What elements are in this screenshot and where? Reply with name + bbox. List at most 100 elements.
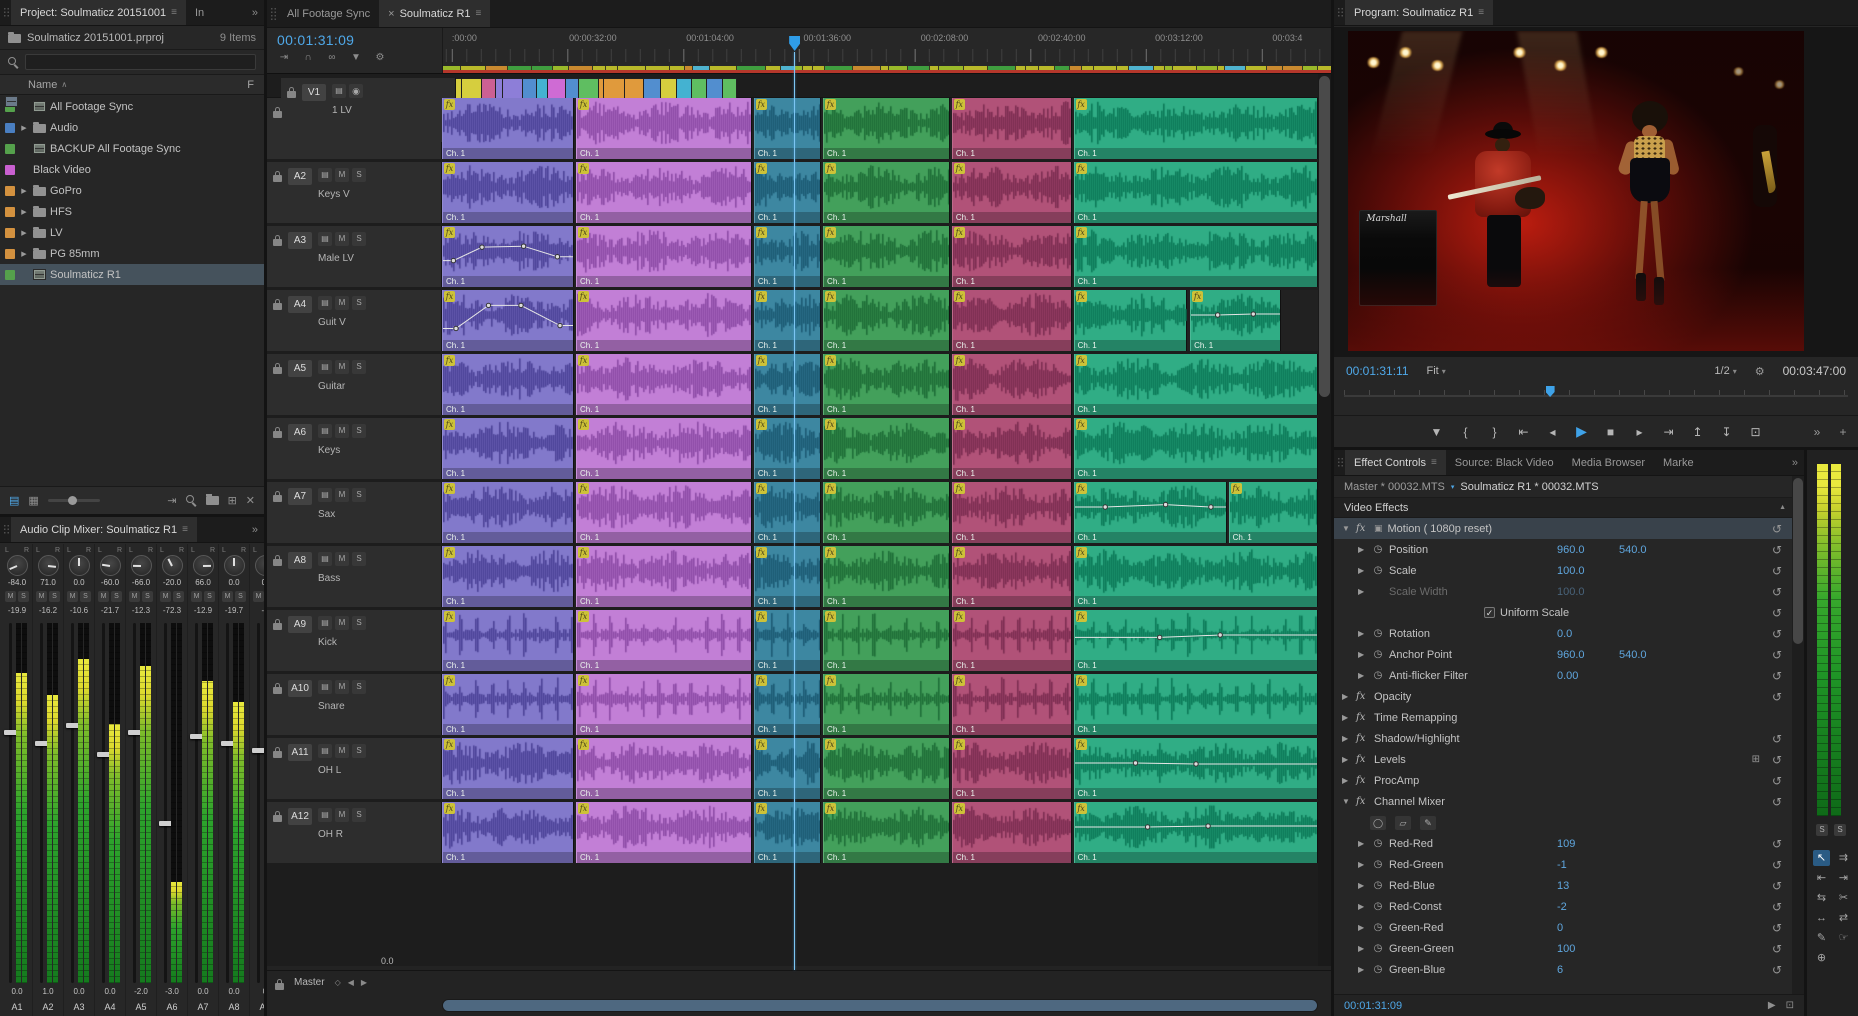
pan-knob[interactable] xyxy=(131,555,152,576)
panel-grip[interactable] xyxy=(1337,457,1344,468)
selection-tool-icon[interactable]: ↖ xyxy=(1813,850,1830,866)
param-value[interactable]: -1 xyxy=(1557,859,1567,871)
mute-button[interactable]: M xyxy=(160,591,171,602)
fx-badge[interactable]: fx xyxy=(578,291,589,302)
fx-badge[interactable]: fx xyxy=(444,227,455,238)
track-settings-icon[interactable]: ▤ xyxy=(318,232,332,246)
disclosure-icon[interactable]: ▶ xyxy=(19,229,29,237)
solo-button[interactable]: S xyxy=(142,591,153,602)
param-value[interactable]: 960.0 xyxy=(1557,649,1585,661)
track-id[interactable]: A12 xyxy=(288,808,312,825)
mark-out-button[interactable]: } xyxy=(1488,425,1502,439)
audio-clip[interactable]: fxCh. 1 xyxy=(952,674,1072,735)
volume-value[interactable]: -2.0 xyxy=(134,987,148,1000)
param-value[interactable]: 540.0 xyxy=(1619,544,1647,556)
column-favorites[interactable]: F xyxy=(247,79,254,91)
fx-badge[interactable]: fx xyxy=(825,419,836,430)
audio-clip[interactable]: fxCh. 1 xyxy=(952,418,1072,479)
audio-clip[interactable]: fxCh. 1 xyxy=(952,610,1072,671)
fx-badge[interactable]: fx xyxy=(444,99,455,110)
twirl-icon[interactable]: ▶ xyxy=(1342,713,1351,722)
video-effects-section-header[interactable]: Video Effects ▲ xyxy=(1334,498,1804,518)
stopwatch-icon[interactable]: ◷ xyxy=(1372,544,1384,555)
fx-badge[interactable]: fx xyxy=(756,803,767,814)
fx-badge[interactable]: fx xyxy=(825,803,836,814)
rate-stretch-tool-icon[interactable]: ⇆ xyxy=(1813,890,1830,906)
playback-resolution-dropdown[interactable]: 1/2 ▾ xyxy=(1714,365,1736,377)
track-id[interactable]: A7 xyxy=(288,488,312,505)
settings-icon[interactable]: ⚙ xyxy=(1755,365,1765,378)
audio-clip[interactable]: fxCh. 1 xyxy=(442,546,574,607)
program-scrubber[interactable] xyxy=(1344,386,1848,400)
twirl-icon[interactable]: ▶ xyxy=(1358,839,1367,848)
fx-badge[interactable]: fx xyxy=(1076,547,1087,558)
param-green-blue[interactable]: ▶◷Green-Blue6↺ xyxy=(1334,959,1792,980)
scrollbar-thumb[interactable] xyxy=(1319,76,1330,397)
audio-clip[interactable]: fxCh. 1 xyxy=(1074,802,1318,863)
audio-clip[interactable]: fxCh. 1 xyxy=(442,290,574,351)
solo-button[interactable]: S xyxy=(204,591,215,602)
fx-badge[interactable]: fx xyxy=(444,291,455,302)
param-anchor-point[interactable]: ▶◷Anchor Point960.0540.0↺ xyxy=(1334,644,1792,665)
audio-clip[interactable]: fxCh. 1 xyxy=(1074,226,1318,287)
audio-clip[interactable]: fxCh. 1 xyxy=(576,802,752,863)
audio-clip[interactable]: fxCh. 1 xyxy=(952,482,1072,543)
lock-icon[interactable] xyxy=(273,687,282,694)
panel-grip[interactable] xyxy=(3,524,10,535)
track-output-eye-icon[interactable]: ◉ xyxy=(349,84,363,98)
tab-soulmaticz-r1[interactable]: × Soulmaticz R1 ≡ xyxy=(379,0,490,27)
fx-badge[interactable]: fx xyxy=(756,355,767,366)
solo-button[interactable]: S xyxy=(352,360,366,374)
mute-button[interactable]: M xyxy=(335,616,349,630)
project-item-hfs[interactable]: ▶HFS xyxy=(0,201,264,222)
lock-icon[interactable] xyxy=(273,431,282,438)
fx-icon[interactable]: fx xyxy=(1356,733,1369,744)
twirl-icon[interactable]: ▶ xyxy=(1358,923,1367,932)
fx-badge[interactable]: fx xyxy=(756,163,767,174)
master-track-header[interactable]: Master ◇◀▶ xyxy=(267,970,1331,994)
fx-badge[interactable]: fx xyxy=(578,803,589,814)
param-position[interactable]: ▶◷Position960.0540.0↺ xyxy=(1334,539,1792,560)
sequence-clip-label[interactable]: Soulmaticz R1 * 00032.MTS xyxy=(1460,481,1598,493)
fx-badge[interactable]: fx xyxy=(444,419,455,430)
solo-button[interactable]: S xyxy=(352,616,366,630)
reset-icon[interactable]: ↺ xyxy=(1772,690,1782,704)
fx-badge[interactable]: fx xyxy=(825,483,836,494)
project-item-black-video[interactable]: Black Video xyxy=(0,159,264,180)
fx-badge[interactable]: fx xyxy=(1076,99,1087,110)
lock-icon[interactable] xyxy=(275,983,284,990)
pan-value[interactable]: -20.0 xyxy=(163,576,181,589)
param-value[interactable]: 6 xyxy=(1557,964,1563,976)
fader-track[interactable] xyxy=(102,623,105,983)
reset-icon[interactable]: ↺ xyxy=(1772,774,1782,788)
mute-button[interactable]: M xyxy=(98,591,109,602)
track-settings-icon[interactable]: ▤ xyxy=(318,296,332,310)
mute-button[interactable]: M xyxy=(253,591,264,602)
fx-badge[interactable]: fx xyxy=(444,739,455,750)
add-marker-icon[interactable]: ▼ xyxy=(349,52,363,63)
twirl-icon[interactable]: ▶ xyxy=(1358,629,1367,638)
audio-clip[interactable]: fxCh. 1 xyxy=(823,546,950,607)
pan-value[interactable]: -60.0 xyxy=(101,576,119,589)
tab-overflow-icon[interactable]: » xyxy=(1786,450,1804,475)
track-header-a11[interactable]: A11▤MSOH L xyxy=(267,738,442,799)
extract-button[interactable]: ↧ xyxy=(1720,425,1734,439)
lock-icon[interactable] xyxy=(273,623,282,630)
track-id[interactable]: A9 xyxy=(288,616,312,633)
audio-clip[interactable]: fxCh. 1 xyxy=(576,546,752,607)
reset-icon[interactable]: ↺ xyxy=(1772,606,1782,620)
track-header-a9[interactable]: A9▤MSKick xyxy=(267,610,442,671)
list-view-icon[interactable]: ▤ xyxy=(9,494,19,507)
param-rotation[interactable]: ▶◷Rotation0.0↺ xyxy=(1334,623,1792,644)
stopwatch-icon[interactable]: ◷ xyxy=(1372,859,1384,870)
pan-knob[interactable] xyxy=(69,555,90,576)
track-settings-icon[interactable]: ▤ xyxy=(318,808,332,822)
solo-button[interactable]: S xyxy=(352,680,366,694)
fx-badge[interactable]: fx xyxy=(954,355,965,366)
pan-knob[interactable] xyxy=(7,555,28,576)
fx-badge[interactable]: fx xyxy=(1076,739,1087,750)
tab-media-browser[interactable]: Media Browser xyxy=(1563,450,1654,475)
tab-all-footage-sync[interactable]: All Footage Sync xyxy=(278,0,379,27)
twirl-icon[interactable]: ▶ xyxy=(1342,755,1351,764)
program-monitor-video[interactable]: Marshall xyxy=(1348,31,1804,351)
